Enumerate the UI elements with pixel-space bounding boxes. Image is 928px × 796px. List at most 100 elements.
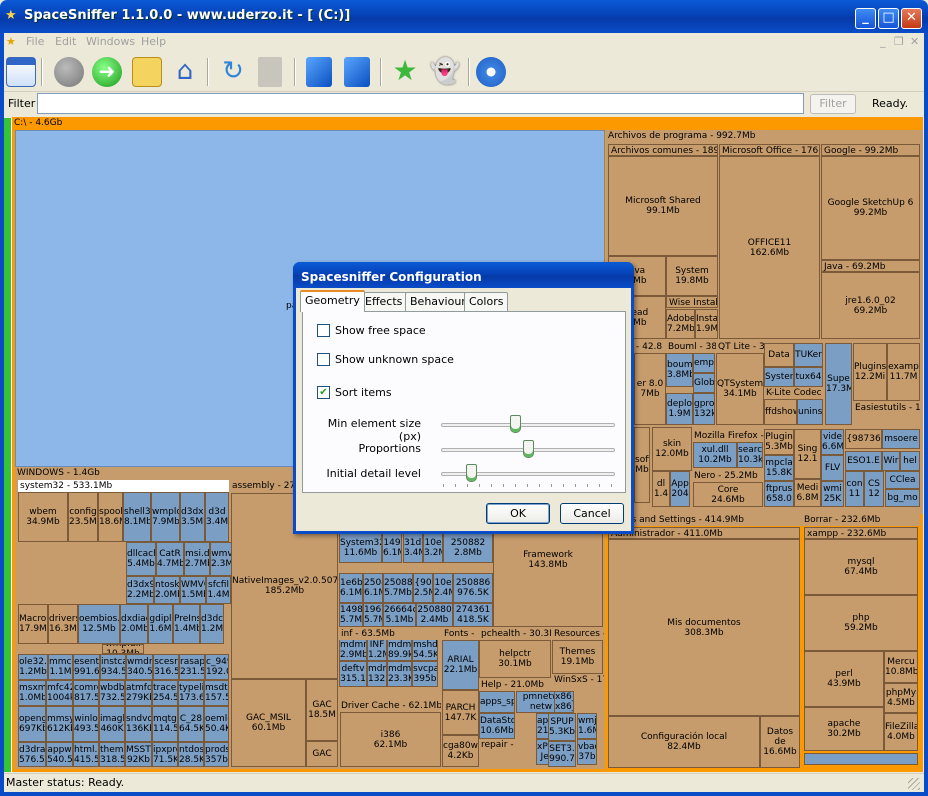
jre-cell[interactable]: jre1.6.0_02 69.2Mb [821,272,920,339]
folder-file-cell[interactable]: 1498 5.7M [339,603,363,627]
helpctr-cell[interactable]: helpctr 30.1Mb [479,640,551,678]
folder-file-cell[interactable]: 274361 418.5K [453,603,493,627]
vide-cell[interactable]: vide 6.6M [821,429,844,455]
system32-file-cell[interactable]: mmcr 1.1M [48,654,73,680]
min-element-size-thumb[interactable] [509,415,521,433]
hel-cell[interactable]: hel [900,451,920,471]
system32-file-cell[interactable]: config23.5Mb [68,492,98,542]
tab-geometry[interactable]: Geometry [300,290,365,312]
themes-cell[interactable]: Themes 19.1Mb [552,640,603,674]
app-cell[interactable]: App 204 [670,471,690,507]
system32-file-cell[interactable]: tracer 254.5 [152,680,178,706]
arial-cell[interactable]: ARIAL 22.1Mb [442,640,479,690]
misdocs-cell[interactable]: Mis documentos 308.3Mb [608,539,800,716]
system32-file-cell[interactable]: esent 991.6 [73,654,100,680]
folder-file-cell[interactable]: mdmi 23.3K [387,661,412,687]
system32-file-cell[interactable]: typeli 173.6 [178,680,204,706]
ms-shared-cell[interactable]: Microsoft Shared 99.1Mb [608,156,718,256]
folder-file-cell[interactable]: mdmr 2.9Mb [339,639,367,661]
system32-file-cell[interactable]: wmp.dll 10.3Mb [102,644,144,654]
folder-file-cell[interactable]: 1496.1M [382,533,402,563]
phpmy-cell[interactable]: phpMy 4.5Mb [884,683,918,713]
data-cell[interactable]: Data [764,343,794,367]
folder-file-cell[interactable]: 250882 2.8Mb [443,533,493,563]
docs-header[interactable]: ments and Settings - 414.9Mb [606,514,802,526]
winsxs-header[interactable]: WinSxS - 17 [552,674,604,686]
folder-file-cell[interactable]: INF1.2M [367,639,387,661]
mdi-close-icon[interactable]: ✕ [910,35,919,48]
easiest-header[interactable]: Easiestutils - 14 [853,402,920,414]
filter-input[interactable] [37,93,804,114]
php-cell[interactable]: php 59.2Mb [804,595,918,651]
system32-file-cell[interactable]: wmplo 7.9Mb [151,492,180,542]
mdi-minimize-icon[interactable]: _ [880,35,886,48]
system32-file-cell[interactable]: dxdiag2.0Mb [120,604,148,644]
office11-cell[interactable]: OFFICE11 162.6Mb [719,156,820,339]
bgmo-cell[interactable]: bg_mo [885,489,920,507]
system32-folder[interactable]: wbem34.9Mbconfig23.5Mbspool18.6Mshell328… [18,492,234,767]
bouml2-cell[interactable]: bouml 3.8Mb [666,353,693,387]
system32-file-cell[interactable]: scesr 316.5 [153,654,179,680]
home-icon[interactable]: ⌂ [170,57,200,87]
system32-file-cell[interactable]: msdtc157.5 [204,680,229,706]
min-element-size-track[interactable] [441,423,615,427]
java-header[interactable]: Java - 69.2Mb [821,260,920,272]
apps-cell[interactable]: apps_sp [479,691,515,713]
msoere-cell[interactable]: msoere [882,429,920,449]
system32-file-cell[interactable]: c_949192.0 [205,654,229,680]
system32-file-cell[interactable]: mfc42 1004k [46,680,73,706]
spup-cell[interactable]: SPUP 5.3Kb [548,713,576,741]
folder-file-cell[interactable]: 250886 976.5K [453,573,493,603]
menu-file[interactable]: File [26,35,44,48]
cancel-button[interactable]: Cancel [560,503,624,524]
perl-cell[interactable]: perl 43.9Mb [804,651,884,707]
folder-file-cell[interactable]: wmj1.6M [577,713,597,739]
tab-behaviour[interactable]: Behaviour [405,292,471,311]
system32-file-cell[interactable]: d3drar576.5k [18,742,46,767]
system32-file-cell[interactable]: ipxpro71.5K [152,742,178,767]
show-unknown-space-checkbox[interactable] [317,353,330,366]
system32-file-cell[interactable]: sfcfil 1.4M [206,576,231,604]
sketchup-cell[interactable]: Google SketchUp 6 99.2Mb [821,156,920,260]
system32-file-cell[interactable]: rasapi 231.5 [179,654,205,680]
examp-cell[interactable]: examp 11.7M [887,343,920,401]
datos-cell[interactable]: Datos de 16.6Mb [760,716,800,768]
syster-cell[interactable]: Syster [764,367,794,387]
supe-cell[interactable]: Supe 17.3M [825,343,852,425]
refresh-icon[interactable]: ↻ [218,57,248,87]
qtsystem-cell[interactable]: QTSystem 34.1Mb [716,353,764,425]
menu-help[interactable]: Help [141,35,166,48]
pchealth-header[interactable]: pchealth - 30.3M [479,628,551,640]
system32-file-cell[interactable]: dllcach 5.4Mb [126,542,156,576]
go-icon[interactable]: ➜ [92,57,122,87]
system32-file-cell[interactable]: sndvo 136Kb [125,706,152,742]
wise-header[interactable]: Wise Install [666,296,718,308]
comunes-header[interactable]: Archivos comunes - 189.5 [608,144,718,156]
system32-file-cell[interactable]: d3d 3.4M [205,492,229,542]
set3-cell[interactable]: SET3. 990.7 [548,741,576,767]
proportions-thumb[interactable] [523,440,534,458]
tuker-cell[interactable]: TUKer [794,343,823,367]
xampp-misc-cell[interactable] [804,753,918,765]
parch-cell[interactable]: PARCH 147.7K [442,690,479,735]
document-icon[interactable] [258,57,282,87]
folder-file-cell[interactable]: 250880 2.4Mb [416,603,453,627]
folder-file-cell[interactable]: x86_Nx86_ [554,691,574,713]
new-view-icon[interactable] [6,57,36,87]
mercu-cell[interactable]: Mercu 10.8Mb [884,651,918,683]
plugins-cell[interactable]: Plugins 12.2Mi [853,343,887,401]
firefox-header[interactable]: Mozilla Firefox - [692,430,764,442]
system32-file-cell[interactable]: shell328.1Mb [123,492,151,542]
system32-file-cell[interactable]: ntdos28.5Kb [178,742,204,767]
system32-file-cell[interactable]: mmsy 612Kb [46,706,73,742]
system32-file-cell[interactable]: wbem 34.9Mb [18,492,68,542]
wmi-cell[interactable]: wmi 25K [821,481,844,507]
system32b-cell[interactable]: System32 11.6Mb [339,533,382,563]
system32-file-cell[interactable]: spool18.6M [98,492,123,542]
title-bar[interactable]: ★ SpaceSniffer 1.1.0.0 - www.uderzo.it -… [0,0,928,33]
mysql-cell[interactable]: mysql 67.4Mb [804,539,918,595]
ghost-icon[interactable]: 👻 [430,57,460,87]
mpcla-cell[interactable]: mpcla 15.8K [764,455,794,481]
blue-cube-icon-2[interactable] [344,57,370,87]
folder-file-cell[interactable]: svcpa 395b [412,661,438,687]
